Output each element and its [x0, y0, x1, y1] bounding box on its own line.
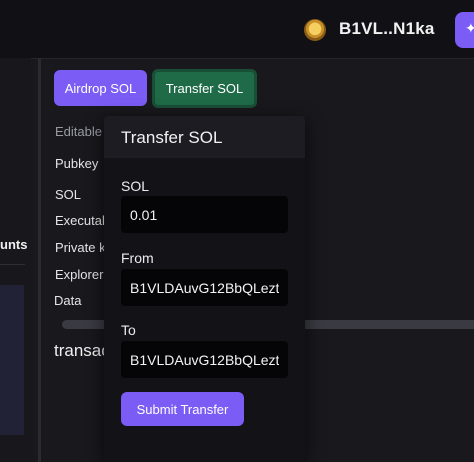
to-label: To [121, 322, 136, 338]
coin-avatar-icon[interactable] [304, 19, 326, 41]
sol-label: SOL [55, 187, 82, 202]
accounts-heading: unts [0, 237, 28, 252]
executable-label: Executal [55, 213, 105, 228]
pubkey-label: Pubkey [55, 156, 99, 171]
explorer-label[interactable]: Explorer [55, 267, 103, 282]
popover-title: Transfer SOL [121, 128, 223, 147]
account-card[interactable] [0, 285, 24, 435]
sol-amount-label: SOL [121, 178, 150, 194]
top-bar: B1VL..N1ka ✦ [0, 0, 474, 59]
share-button[interactable]: ✦ [455, 12, 474, 48]
share-icon: ✦ [465, 20, 474, 36]
private-key-label: Private k [55, 240, 106, 255]
from-label: From [121, 250, 154, 266]
panel-divider[interactable] [38, 58, 41, 462]
to-address-input[interactable] [121, 341, 288, 378]
transfer-sol-popover: Transfer SOL SOL From To Submit Transfer [104, 116, 305, 462]
wallet-name[interactable]: B1VL..N1ka [339, 19, 435, 39]
editable-label: Editable [55, 124, 102, 139]
data-label: Data [54, 293, 82, 308]
transfer-sol-button[interactable]: Transfer SOL [152, 69, 257, 108]
submit-transfer-button[interactable]: Submit Transfer [121, 392, 244, 426]
transactions-heading: transac [54, 341, 110, 360]
from-address-input[interactable] [121, 269, 288, 306]
divider [0, 264, 25, 265]
sol-amount-input[interactable] [121, 196, 288, 233]
popover-header: Transfer SOL [104, 116, 305, 158]
airdrop-sol-button[interactable]: Airdrop SOL [54, 70, 147, 106]
